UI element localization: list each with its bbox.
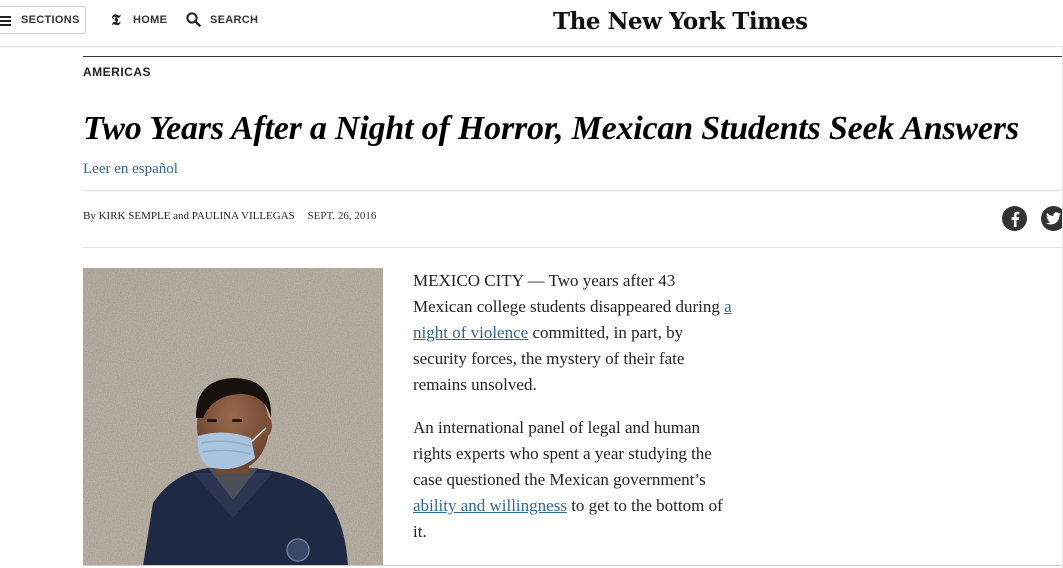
spanish-translation-link[interactable]: Leer en español bbox=[83, 161, 178, 178]
facebook-icon bbox=[1011, 211, 1019, 227]
author-paulina-villegas[interactable]: PAULINA VILLEGAS bbox=[192, 210, 295, 222]
hamburger-icon bbox=[0, 15, 11, 26]
publish-date: SEPT. 26, 2016 bbox=[307, 210, 377, 222]
article-body: MEXICO CITY — Two years after 43 Mexican… bbox=[413, 268, 733, 562]
bottom-divider bbox=[83, 565, 1063, 566]
byline-prefix: By bbox=[83, 210, 96, 222]
paragraph-1: MEXICO CITY — Two years after 43 Mexican… bbox=[413, 268, 733, 398]
author-kirk-semple[interactable]: KIRK SEMPLE bbox=[99, 210, 171, 222]
kicker-divider bbox=[83, 56, 1063, 57]
top-nav-bar: SECTIONS 𝕿 HOME SEARCH The New York Time… bbox=[0, 0, 1063, 47]
byline: By KIRK SEMPLE and PAULINA VILLEGAS SEPT… bbox=[83, 210, 376, 222]
byline-and: and bbox=[173, 210, 190, 222]
paragraph-2-text-a: An international panel of legal and huma… bbox=[413, 418, 712, 489]
article-photo[interactable] bbox=[83, 268, 383, 566]
sections-button[interactable]: SECTIONS bbox=[0, 6, 86, 34]
home-label: HOME bbox=[133, 14, 168, 26]
paragraph-2: An international panel of legal and huma… bbox=[413, 415, 733, 545]
facebook-share-button[interactable] bbox=[1002, 206, 1027, 231]
twitter-share-button[interactable] bbox=[1041, 206, 1063, 231]
nyt-t-icon: 𝕿 bbox=[111, 11, 121, 29]
search-link[interactable]: SEARCH bbox=[186, 11, 258, 29]
nyt-logo[interactable]: The New York Times bbox=[553, 7, 808, 39]
search-icon bbox=[186, 11, 202, 29]
student-portrait-image bbox=[83, 268, 383, 566]
section-kicker[interactable]: AMERICAS bbox=[83, 65, 151, 79]
header-divider bbox=[83, 190, 1063, 191]
link-ability-and-willingness[interactable]: ability and willingness bbox=[413, 496, 567, 515]
twitter-icon bbox=[1046, 212, 1061, 225]
search-label: SEARCH bbox=[210, 14, 259, 26]
paragraph-1-text-a: MEXICO CITY — Two years after 43 Mexican… bbox=[413, 271, 725, 316]
home-link[interactable]: 𝕿 HOME bbox=[108, 11, 167, 29]
byline-divider bbox=[83, 247, 1063, 248]
sections-label: SECTIONS bbox=[21, 14, 80, 26]
article-headline: Two Years After a Night of Horror, Mexic… bbox=[83, 110, 1019, 147]
